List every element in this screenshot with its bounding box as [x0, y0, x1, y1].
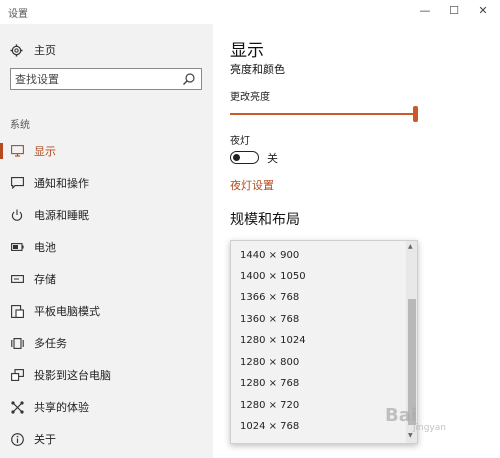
sidebar-item-storage[interactable]: 存储 [0, 268, 213, 290]
home-link[interactable]: 主页 [10, 40, 56, 60]
resolution-option[interactable]: 1280 × 768 [240, 374, 299, 394]
message-icon [10, 176, 24, 190]
tablet-icon [10, 304, 24, 318]
watermark-subtext: jingyan [413, 423, 446, 433]
resolution-option[interactable]: 1400 × 1050 [240, 267, 306, 287]
sidebar-item-notifications[interactable]: 通知和操作 [0, 172, 213, 194]
sidebar-item-tablet-mode[interactable]: 平板电脑模式 [0, 300, 213, 322]
sidebar-item-label: 通知和操作 [34, 177, 89, 190]
active-indicator [0, 143, 3, 159]
resolution-option[interactable]: 1366 × 768 [240, 288, 299, 308]
minimize-button[interactable]: — [414, 2, 436, 20]
page-title: 显示 [230, 41, 264, 61]
gear-icon [10, 43, 24, 57]
sidebar-item-label: 投影到这台电脑 [34, 369, 111, 382]
resolution-option[interactable]: 1280 × 1024 [240, 331, 306, 351]
storage-icon [10, 272, 24, 286]
title-bar: 设置 — ☐ ✕ [0, 0, 500, 24]
resolution-option[interactable]: 1280 × 720 [240, 396, 299, 416]
scroll-up-arrow-icon[interactable]: ▲ [408, 243, 413, 250]
sidebar-item-label: 存储 [34, 273, 56, 286]
section-label: 系统 [10, 120, 30, 131]
share-icon [10, 400, 24, 414]
brightness-section-heading: 亮度和颜色 [230, 63, 285, 76]
night-light-state: 关 [267, 152, 278, 165]
sidebar-item-label: 多任务 [34, 337, 67, 350]
sidebar-item-multitasking[interactable]: 多任务 [0, 332, 213, 354]
project-icon [10, 368, 24, 382]
resolution-option[interactable]: 1440 × 900 [240, 246, 299, 266]
scale-section-heading: 规模和布局 [230, 212, 300, 228]
monitor-icon [10, 144, 24, 158]
close-button[interactable]: ✕ [472, 2, 494, 20]
sidebar: 主页 系统 显示 通知和操作 电源和睡眠 电池 [0, 24, 213, 458]
multitask-icon [10, 336, 24, 350]
brightness-label: 更改亮度 [230, 92, 270, 103]
sidebar-item-label: 电源和睡眠 [34, 209, 89, 222]
sidebar-item-battery[interactable]: 电池 [0, 236, 213, 258]
info-icon [10, 432, 24, 446]
brightness-slider-track[interactable] [230, 113, 418, 115]
home-label: 主页 [34, 44, 56, 57]
sidebar-item-label: 电池 [34, 241, 56, 254]
sidebar-item-label: 显示 [34, 145, 56, 158]
night-light-settings-link[interactable]: 夜灯设置 [230, 177, 274, 193]
main-content: 显示 亮度和颜色 更改亮度 夜灯 关 夜灯设置 规模和布局 1440 × 900… [213, 24, 500, 458]
sidebar-item-label: 关于 [34, 433, 56, 446]
resolution-option[interactable]: 1024 × 768 [240, 417, 299, 437]
night-light-label: 夜灯 [230, 136, 250, 147]
sidebar-item-display[interactable]: 显示 [0, 140, 213, 162]
watermark-logo: Bai jingyan [385, 405, 446, 433]
sidebar-item-power[interactable]: 电源和睡眠 [0, 204, 213, 226]
battery-icon [10, 240, 24, 254]
night-light-toggle[interactable] [230, 151, 259, 164]
sidebar-item-shared-experiences[interactable]: 共享的体验 [0, 396, 213, 418]
sidebar-item-label: 共享的体验 [34, 401, 89, 414]
resolution-option[interactable]: 1280 × 800 [240, 353, 299, 373]
search-box[interactable] [10, 68, 202, 90]
maximize-button[interactable]: ☐ [443, 2, 465, 20]
brightness-slider-thumb[interactable] [413, 106, 418, 122]
power-icon [10, 208, 24, 222]
sidebar-item-projecting[interactable]: 投影到这台电脑 [0, 364, 213, 386]
search-icon[interactable] [182, 72, 196, 86]
resolution-option[interactable]: 1360 × 768 [240, 310, 299, 330]
search-input[interactable] [15, 71, 175, 87]
sidebar-item-about[interactable]: 关于 [0, 428, 213, 450]
toggle-knob [233, 153, 240, 161]
window-title: 设置 [8, 9, 28, 20]
sidebar-item-label: 平板电脑模式 [34, 305, 100, 318]
scroll-down-arrow-icon[interactable]: ▼ [408, 432, 413, 439]
